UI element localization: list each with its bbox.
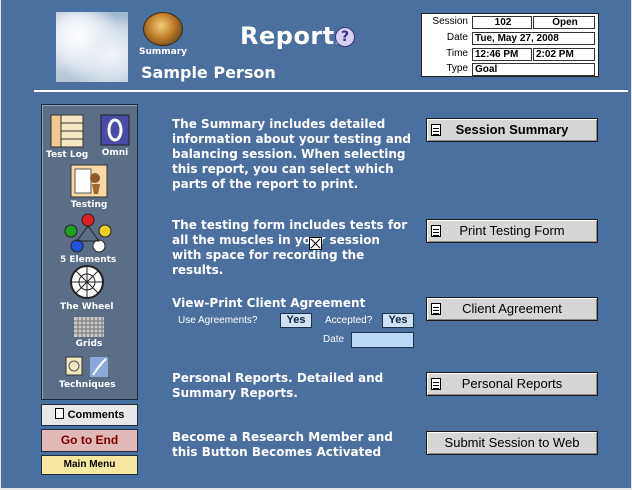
client-agreement-label: Client Agreement	[462, 301, 562, 316]
time-label: Time	[446, 48, 468, 59]
feather-icon	[89, 356, 110, 378]
mouse-cursor-icon	[309, 237, 322, 250]
notepad-icon	[431, 303, 441, 315]
notepad-icon	[431, 378, 441, 390]
sidebar-item-5-elements[interactable]: 5 Elements	[60, 213, 116, 265]
notepad-icon	[431, 225, 441, 237]
clouds-image	[56, 12, 128, 82]
grids-icon	[74, 317, 104, 337]
page-title: Reports	[240, 22, 350, 50]
accepted-toggle[interactable]: Yes	[382, 313, 414, 328]
sidebar-item-test-log[interactable]: Test Log	[46, 114, 88, 160]
personal-description: Personal Reports. Detailed and Summary R…	[172, 371, 384, 400]
print-testing-form-button[interactable]: Print Testing Form	[426, 219, 598, 243]
sidebar-item-testing[interactable]: Testing	[70, 164, 108, 210]
wheel-icon	[69, 265, 104, 299]
submit-session-to-web-button[interactable]: Submit Session to Web	[426, 431, 598, 455]
use-agreements-label: Use Agreements?	[178, 315, 258, 326]
session-number: 102	[472, 16, 532, 29]
sidebar-item-the-wheel[interactable]: The Wheel	[60, 264, 113, 312]
sidebar-item-label: The Wheel	[60, 302, 114, 312]
help-icon[interactable]: ?	[335, 27, 355, 47]
sidebar-item-label: Techniques	[59, 380, 116, 390]
session-type: Goal	[472, 63, 595, 76]
comments-button[interactable]: Comments	[41, 404, 138, 426]
sidebar-item-techniques[interactable]: Techniques	[59, 356, 116, 390]
notepad-icon	[431, 124, 441, 136]
agreement-date-label: Date	[323, 334, 345, 345]
session-summary-button[interactable]: Session Summary	[426, 118, 598, 142]
sidebar-item-omni[interactable]: Omni	[100, 114, 130, 158]
session-date: Tue, May 27, 2008	[472, 32, 595, 45]
personal-reports-button[interactable]: Personal Reports	[426, 372, 598, 396]
summary-icon[interactable]	[143, 12, 183, 46]
notepad-icon	[54, 408, 64, 419]
session-label: Session	[432, 16, 468, 27]
five-elements-icon	[64, 213, 112, 253]
techniques-icon	[65, 356, 83, 376]
session-summary-label: Session Summary	[455, 122, 569, 137]
print-testing-form-label: Print Testing Form	[459, 223, 565, 238]
summary-label[interactable]: Summary	[139, 47, 187, 57]
header-divider	[34, 90, 628, 92]
go-to-end-button[interactable]: Go to End	[41, 429, 138, 452]
agreement-date-field[interactable]	[351, 332, 414, 348]
testing-icon	[70, 164, 108, 198]
sidebar-item-grids[interactable]: Grids	[74, 317, 104, 349]
type-label: Type	[446, 63, 468, 74]
session-info-box: Session 102 Open Date Tue, May 27, 2008 …	[421, 13, 599, 77]
sidebar-item-label: Omni	[101, 148, 129, 158]
sidebar-item-label: Grids	[75, 339, 103, 349]
summary-description: The Summary includes detailed informatio…	[172, 117, 411, 191]
sidebar-item-label: Testing	[70, 200, 108, 210]
accepted-label: Accepted?	[325, 315, 373, 326]
sidebar-item-label: Test Log	[46, 150, 89, 160]
main-menu-button[interactable]: Main Menu	[41, 455, 138, 475]
person-name: Sample Person	[141, 63, 276, 82]
use-agreements-toggle[interactable]: Yes	[280, 313, 312, 328]
testing-description: The testing form includes tests for all …	[172, 218, 408, 277]
time-end: 2:02 PM	[533, 48, 595, 61]
comments-label: Comments	[67, 409, 125, 421]
web-description: Become a Research Member and this Button…	[172, 430, 393, 459]
client-agreement-button[interactable]: Client Agreement	[426, 297, 598, 321]
personal-reports-label: Personal Reports	[461, 376, 563, 391]
test-log-icon	[50, 114, 84, 148]
date-label: Date	[446, 32, 468, 43]
agreement-description: View-Print Client Agreement	[172, 296, 366, 310]
omni-icon	[100, 114, 130, 146]
session-status: Open	[533, 16, 595, 29]
time-start: 12:46 PM	[472, 48, 532, 61]
